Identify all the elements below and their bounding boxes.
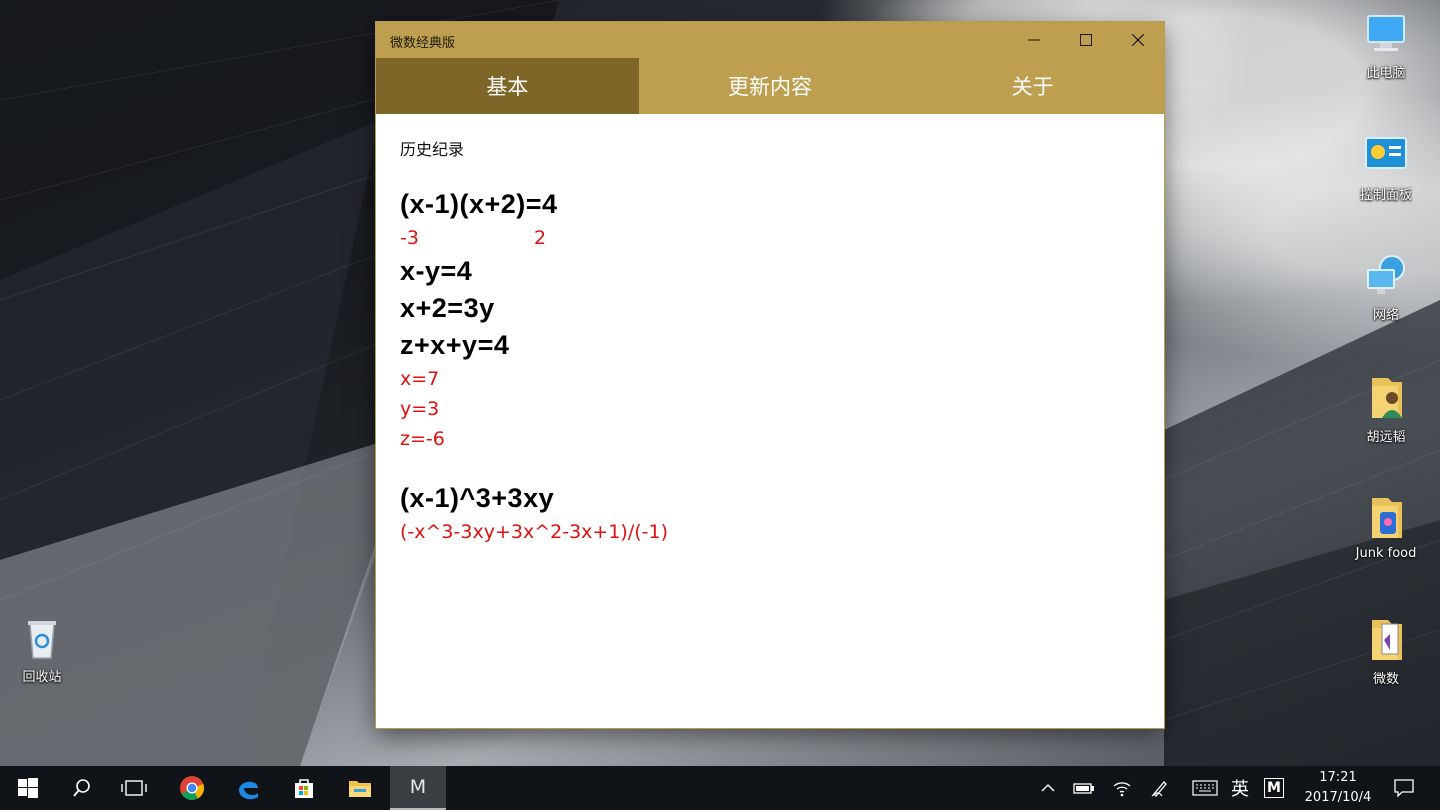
taskbar-chrome[interactable]	[164, 766, 220, 810]
battery-icon	[1073, 783, 1094, 794]
taskbar-edge[interactable]	[220, 766, 276, 810]
history-entry: (x-1)^3+3xy (-x^3-3xy+3x^2-3x+1)/(-1)	[400, 480, 1140, 547]
desktop-icon-label: 此电脑	[1366, 66, 1406, 81]
file-explorer-icon	[349, 781, 371, 797]
recycle-bin-icon	[18, 614, 66, 662]
folder-icon	[1362, 616, 1410, 664]
desktop-icon-network[interactable]: 网络	[1346, 252, 1426, 323]
clock-time: 17:21	[1319, 770, 1357, 785]
result-row: -3 2	[400, 223, 1140, 253]
equation: (x-1)(x+2)=4	[400, 189, 558, 219]
desktop-icon-user-folder[interactable]: 胡远韬	[1346, 374, 1426, 445]
history-entry: x-y=4 x+2=3y z+x+y=4 x=7 y=3 z=-6	[400, 253, 1140, 454]
folder-icon	[1362, 494, 1410, 542]
history-entry: (x-1)(x+2)=4 -3 2	[400, 186, 1140, 253]
equation: x-y=4	[400, 256, 473, 286]
result: x=7	[400, 368, 440, 390]
user-folder-icon	[1362, 374, 1410, 422]
search-icon	[73, 779, 90, 797]
tab-about[interactable]: 关于	[901, 58, 1164, 114]
maximize-button[interactable]	[1060, 22, 1112, 58]
start-button[interactable]	[0, 766, 56, 810]
ime-mode-button[interactable]: M	[1262, 766, 1286, 810]
chevron-up-icon	[1041, 784, 1055, 792]
desktop-icon-control-panel[interactable]: 控制面板	[1346, 132, 1426, 203]
title-bar[interactable]: 微数经典版	[376, 22, 1164, 58]
equation: x+2=3y	[400, 293, 495, 323]
network-icon	[1362, 252, 1410, 300]
tab-updates[interactable]: 更新内容	[639, 58, 902, 114]
search-button[interactable]	[54, 766, 110, 810]
pen-tray[interactable]	[1146, 766, 1174, 810]
close-button[interactable]	[1112, 22, 1164, 58]
result: y=3	[400, 398, 440, 420]
desktop-icon-label: 控制面板	[1359, 188, 1412, 203]
windows-logo-icon	[18, 778, 38, 798]
result-root: 2	[534, 227, 547, 249]
equation: z+x+y=4	[400, 330, 510, 360]
history-title: 历史纪录	[400, 140, 465, 159]
minimize-icon	[1028, 39, 1040, 41]
result-root: -3	[400, 227, 419, 249]
touch-keyboard-button[interactable]	[1190, 766, 1220, 810]
taskbar: M 英 M 17:21 2017/10/4	[0, 766, 1440, 810]
result: z=-6	[400, 428, 445, 450]
network-tray[interactable]	[1108, 766, 1136, 810]
desktop-icon-label: 网络	[1372, 308, 1399, 323]
desktop-icon-label: 胡远韬	[1366, 430, 1406, 445]
chrome-icon	[180, 776, 205, 801]
app-taskbar-label: M	[409, 776, 427, 798]
clock[interactable]: 17:21 2017/10/4	[1296, 768, 1380, 808]
window-title: 微数经典版	[390, 36, 456, 51]
notification-icon	[1394, 779, 1414, 797]
clock-date: 2017/10/4	[1304, 790, 1372, 805]
desktop-icon-weishu[interactable]: 微数	[1346, 616, 1426, 687]
desktop-icon-label: 回收站	[22, 670, 62, 685]
desktop-icon-label: Junk food	[1355, 546, 1417, 561]
tab-basic[interactable]: 基本	[376, 58, 639, 114]
desktop-icon-label: 微数	[1372, 672, 1399, 687]
pen-icon	[1151, 781, 1167, 797]
ime-mode-label: M	[1264, 778, 1284, 798]
history-panel: 历史纪录 (x-1)(x+2)=4 -3 2 x-y=4 x+2=3y z+x+…	[376, 114, 1164, 569]
keyboard-icon	[1192, 780, 1218, 796]
edge-icon	[239, 781, 258, 800]
store-icon	[295, 779, 313, 798]
wifi-icon	[1113, 782, 1131, 797]
ime-language-button[interactable]: 英	[1226, 766, 1254, 810]
taskbar-store[interactable]	[276, 766, 332, 810]
desktop-icon-computer[interactable]: 此电脑	[1346, 10, 1426, 81]
desktop-icon-recycle-bin[interactable]: 回收站	[2, 614, 82, 685]
control-panel-icon	[1362, 132, 1410, 180]
result: (-x^3-3xy+3x^2-3x+1)/(-1)	[400, 521, 668, 543]
taskbar-file-explorer[interactable]	[332, 766, 388, 810]
close-icon	[1132, 34, 1144, 46]
tab-bar: 基本 更新内容 关于	[376, 58, 1164, 114]
desktop-icon-junk-food[interactable]: Junk food	[1346, 494, 1426, 561]
battery-tray[interactable]	[1070, 766, 1098, 810]
action-center-button[interactable]	[1390, 766, 1418, 810]
computer-icon	[1362, 10, 1410, 58]
maximize-icon	[1080, 34, 1092, 46]
equation: (x-1)^3+3xy	[400, 483, 555, 513]
taskbar-weishu-app[interactable]: M	[390, 766, 446, 810]
app-window: 微数经典版 基本 更新内容 关于 历史纪录 (x-1)(x+2)=4 -3 2 …	[376, 22, 1164, 728]
minimize-button[interactable]	[1008, 22, 1060, 58]
show-hidden-icons-button[interactable]	[1036, 766, 1060, 810]
task-view-button[interactable]	[106, 766, 162, 810]
task-view-icon	[121, 780, 147, 796]
